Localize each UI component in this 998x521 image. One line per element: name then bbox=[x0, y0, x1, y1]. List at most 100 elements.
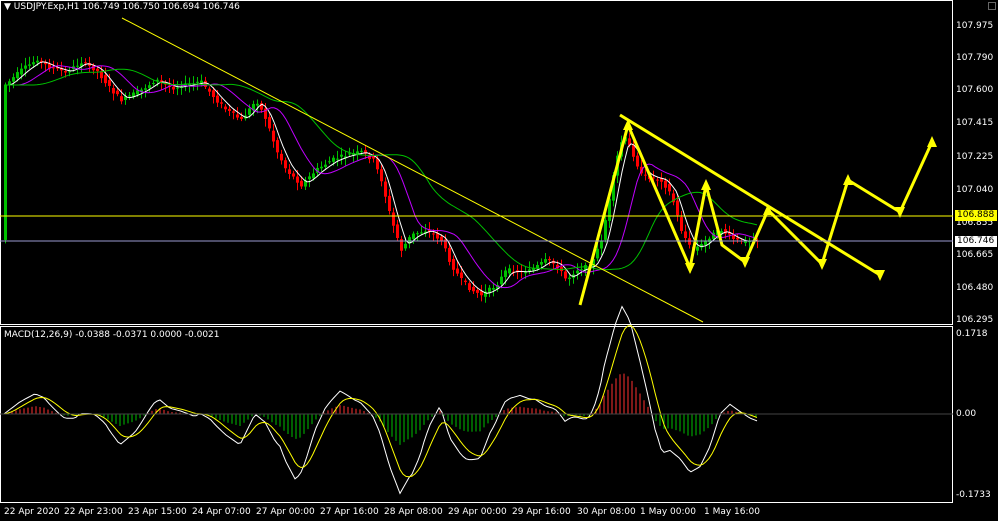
candle-body bbox=[176, 87, 179, 89]
candle-body bbox=[320, 166, 323, 169]
candle-body bbox=[236, 114, 239, 118]
candle-body bbox=[328, 161, 331, 163]
chart-window[interactable]: ▼ USDJPY.Exp,H1 106.749 106.750 106.694 … bbox=[0, 0, 998, 521]
candle-body bbox=[464, 280, 467, 283]
candle-body bbox=[376, 158, 379, 170]
candle-body bbox=[144, 88, 147, 90]
candle-body bbox=[212, 90, 215, 98]
candle-body bbox=[228, 108, 231, 112]
candle-body bbox=[284, 160, 287, 169]
corner-square-icon[interactable] bbox=[988, 2, 996, 10]
macd-info: MACD(12,26,9) -0.0388 -0.0371 0.0000 -0.… bbox=[4, 330, 220, 340]
candle-body bbox=[232, 111, 235, 113]
candle-body bbox=[676, 200, 679, 216]
candle-body bbox=[380, 169, 383, 182]
macd-tick: 0.00 bbox=[956, 409, 977, 419]
candle-body bbox=[224, 106, 227, 110]
candle-body bbox=[128, 95, 131, 97]
time-tick: 27 Apr 00:00 bbox=[256, 507, 315, 517]
drawings bbox=[121, 17, 937, 323]
arrow-head-icon bbox=[927, 136, 937, 147]
candle-body bbox=[360, 150, 363, 152]
candle-body bbox=[216, 95, 219, 103]
macd-tick: 0.1718 bbox=[956, 329, 988, 339]
candle-body bbox=[384, 181, 387, 197]
candle-body bbox=[112, 87, 115, 94]
arrow-head-icon bbox=[685, 263, 695, 274]
price-tick: 107.415 bbox=[956, 118, 994, 128]
candle-body bbox=[736, 237, 739, 240]
candle-body bbox=[492, 288, 495, 290]
candle-body bbox=[152, 82, 155, 84]
dropdown-icon[interactable]: ▼ bbox=[4, 2, 11, 12]
candle-body bbox=[148, 85, 151, 89]
time-tick: 1 May 00:00 bbox=[640, 507, 696, 517]
candle-body bbox=[356, 151, 359, 154]
candle-body bbox=[308, 176, 311, 180]
candle-body bbox=[312, 173, 315, 179]
hline-price-label: 106.888 bbox=[955, 210, 997, 221]
candle-body bbox=[396, 224, 399, 238]
time-tick: 29 Apr 16:00 bbox=[512, 507, 571, 517]
last-price-label: 106.746 bbox=[955, 236, 997, 247]
candle-body bbox=[596, 248, 599, 259]
candle-body bbox=[4, 85, 7, 240]
candle-body bbox=[420, 232, 423, 234]
candle-body bbox=[388, 195, 391, 212]
candle-body bbox=[196, 81, 199, 83]
price-tick: 107.975 bbox=[956, 21, 994, 31]
time-tick: 22 Apr 2020 bbox=[4, 507, 60, 517]
candle-body bbox=[256, 103, 259, 106]
candle-body bbox=[536, 265, 539, 269]
price-tick: 106.480 bbox=[956, 283, 994, 293]
candle-body bbox=[204, 80, 207, 87]
candle-body bbox=[680, 217, 683, 231]
candle-body bbox=[668, 184, 671, 192]
candle-body bbox=[104, 75, 107, 84]
candle-body bbox=[468, 283, 471, 290]
candle-body bbox=[84, 62, 87, 64]
candle-body bbox=[68, 71, 71, 73]
candle-body bbox=[12, 77, 15, 82]
candle-body bbox=[280, 153, 283, 161]
candle-body bbox=[340, 154, 343, 157]
candle-body bbox=[120, 96, 123, 102]
candle-body bbox=[292, 173, 295, 177]
candle-body bbox=[208, 88, 211, 92]
time-tick: 22 Apr 23:00 bbox=[64, 507, 123, 517]
candle-body bbox=[432, 233, 435, 235]
candle-body bbox=[172, 86, 175, 90]
price-tick: 107.600 bbox=[956, 85, 994, 95]
candle-body bbox=[656, 179, 659, 181]
candle-body bbox=[32, 62, 35, 65]
arrow-head-icon bbox=[701, 179, 711, 190]
candle-body bbox=[564, 271, 567, 279]
candle-body bbox=[476, 290, 479, 293]
time-tick: 28 Apr 08:00 bbox=[384, 507, 443, 517]
candle-body bbox=[96, 68, 99, 72]
candle-body bbox=[272, 130, 275, 142]
candle-body bbox=[568, 277, 571, 280]
price-tick: 107.040 bbox=[956, 185, 994, 195]
candles bbox=[4, 56, 759, 303]
price-tick: 107.225 bbox=[956, 152, 994, 162]
candle-body bbox=[300, 180, 303, 187]
time-tick: 27 Apr 16:00 bbox=[320, 507, 379, 517]
candle-body bbox=[472, 286, 475, 292]
chart-canvas bbox=[0, 17, 953, 495]
symbol-info: ▼ USDJPY.Exp,H1 106.749 106.750 106.694 … bbox=[4, 2, 240, 12]
time-tick: 1 May 16:00 bbox=[704, 507, 760, 517]
candle-body bbox=[20, 68, 23, 75]
arrow-head-icon bbox=[817, 259, 827, 270]
candle-body bbox=[240, 116, 243, 119]
candle-body bbox=[644, 174, 647, 176]
candle-body bbox=[456, 268, 459, 274]
candle-body bbox=[440, 236, 443, 241]
candle-body bbox=[220, 102, 223, 104]
candle-body bbox=[544, 259, 547, 263]
candle-body bbox=[324, 164, 327, 168]
time-tick: 23 Apr 15:00 bbox=[128, 507, 187, 517]
macd-tick: -0.1733 bbox=[956, 490, 991, 500]
candle-body bbox=[108, 80, 111, 86]
candle-body bbox=[524, 272, 527, 274]
